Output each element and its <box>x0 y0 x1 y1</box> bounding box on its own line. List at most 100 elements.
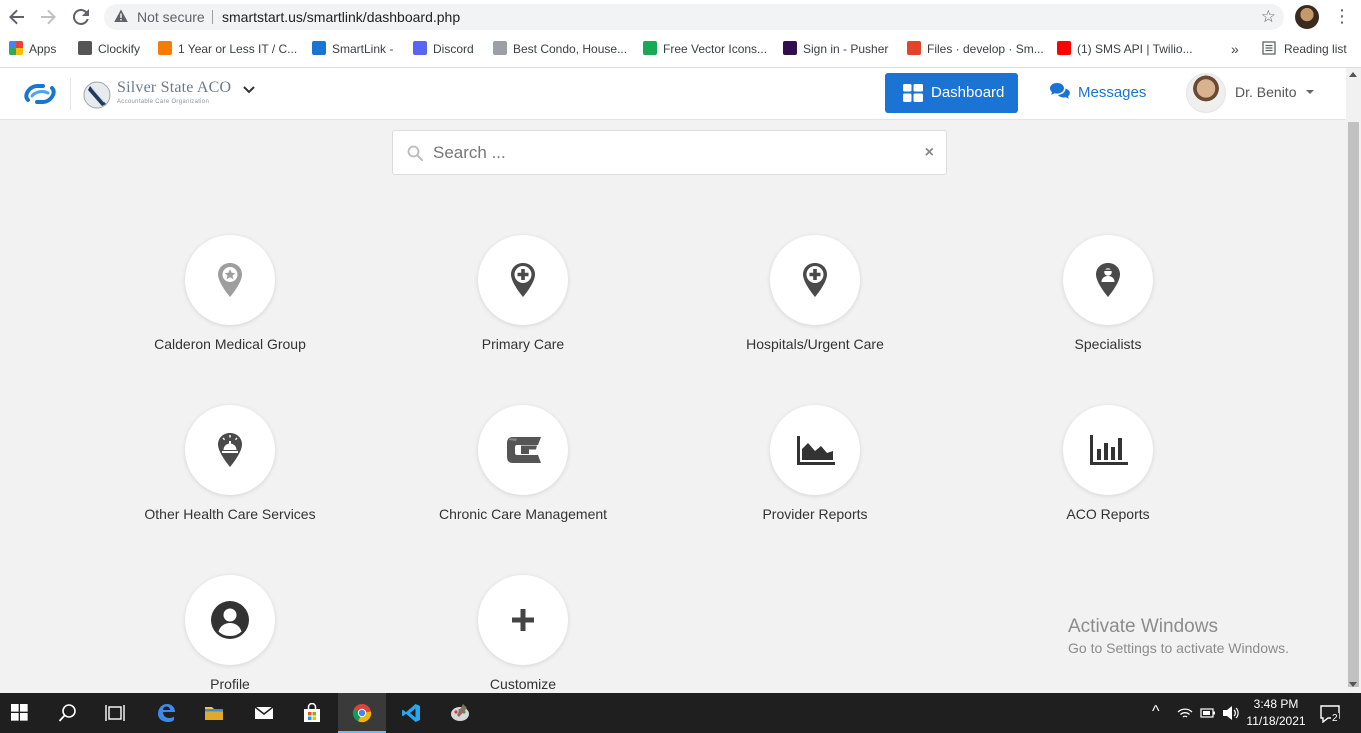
bookmark-star-icon[interactable]: ☆ <box>1261 7 1276 27</box>
taskbar-file-explorer[interactable] <box>190 693 238 733</box>
browser-profile-avatar[interactable] <box>1295 5 1319 29</box>
wifi-icon[interactable] <box>1177 706 1193 720</box>
tile-label[interactable]: Provider Reports <box>700 506 930 522</box>
org-tagline: Accountable Care Organization <box>117 99 210 105</box>
tile-specialists[interactable]: Specialists <box>993 235 1223 375</box>
tile-label[interactable]: Profile <box>115 676 345 692</box>
chevron-down-icon[interactable] <box>241 82 257 98</box>
caret-down-icon[interactable] <box>1306 90 1314 94</box>
warning-icon <box>114 9 128 22</box>
start-button[interactable] <box>0 693 48 733</box>
bookmark-item[interactable]: Clockify <box>78 41 140 57</box>
paint-palette-icon <box>451 704 469 721</box>
doctor-pin-icon <box>1096 263 1120 297</box>
bookmark-item[interactable]: SmartLink - <box>312 41 393 57</box>
tile-icon-circle[interactable] <box>770 405 860 495</box>
user-name[interactable]: Dr. Benito <box>1235 84 1296 100</box>
org-name: Silver State ACO <box>117 79 232 96</box>
tile-hospitals-urgent-care[interactable]: Hospitals/Urgent Care <box>700 235 930 375</box>
clear-search-icon[interactable]: × <box>925 144 934 162</box>
dashboard-button[interactable]: Dashboard <box>885 73 1018 113</box>
bookmark-item[interactable]: 1 Year or Less IT / C... <box>158 41 297 57</box>
bookmark-item[interactable]: Files · develop · Sm... <box>907 41 1044 57</box>
scroll-up-arrow-icon[interactable] <box>1349 72 1357 77</box>
taskbar-store[interactable] <box>288 693 336 733</box>
task-view-button[interactable] <box>91 693 139 733</box>
apps-grid-icon <box>9 41 23 55</box>
tile-aco-reports[interactable]: ACO Reports <box>993 405 1223 545</box>
tile-provider-reports[interactable]: Provider Reports <box>700 405 930 545</box>
bookmark-item[interactable]: Discord <box>413 41 474 57</box>
bookmark-item[interactable]: Apps <box>9 41 56 57</box>
tile-icon-circle[interactable] <box>770 235 860 325</box>
reading-list-button[interactable]: Reading list <box>1262 41 1347 57</box>
clock-time[interactable]: 3:48 PM <box>1246 697 1306 711</box>
page-scrollbar[interactable] <box>1346 68 1361 693</box>
taskbar-edge[interactable] <box>142 693 190 733</box>
tile-label[interactable]: Specialists <box>993 336 1223 352</box>
tile-label[interactable]: Hospitals/Urgent Care <box>700 336 930 352</box>
scroll-thumb[interactable] <box>1348 122 1359 687</box>
search-input[interactable] <box>433 141 903 165</box>
scroll-down-arrow-icon[interactable] <box>1349 682 1357 687</box>
tile-icon-circle[interactable] <box>185 405 275 495</box>
m-logo-icon <box>158 41 172 55</box>
battery-icon[interactable] <box>1200 707 1216 719</box>
bookmark-item[interactable]: Free Vector Icons... <box>643 41 767 57</box>
comments-icon <box>1050 83 1070 99</box>
tile-icon-circle[interactable] <box>1063 235 1153 325</box>
bookmark-label: Sign in - Pusher <box>803 42 889 56</box>
taskbar-chrome[interactable] <box>338 693 386 733</box>
reload-button[interactable] <box>69 6 93 28</box>
tile-icon-circle[interactable] <box>478 405 568 495</box>
reload-icon <box>72 8 89 25</box>
tile-icon-circle[interactable] <box>1063 405 1153 495</box>
activate-title: Activate Windows <box>1068 616 1218 637</box>
taskbar-paint[interactable] <box>436 693 484 733</box>
url-text[interactable]: smartstart.us/smartlink/dashboard.php <box>222 9 460 25</box>
taskbar-vscode[interactable] <box>387 693 435 733</box>
edge-icon <box>158 704 175 722</box>
tile-chronic-care-management[interactable]: Chronic Care Management <box>408 405 638 545</box>
tile-icon-circle[interactable] <box>185 575 275 665</box>
user-circle-icon <box>211 601 249 639</box>
tile-label[interactable]: ACO Reports <box>993 506 1223 522</box>
vscode-icon <box>402 704 420 722</box>
bookmark-label: SmartLink - <box>332 42 394 56</box>
smartlink-logo-icon[interactable] <box>20 76 60 112</box>
user-avatar[interactable] <box>1186 73 1226 113</box>
browser-toolbar: Not secure smartstart.us/smartlink/dashb… <box>0 0 1361 68</box>
tile-other-health-care-services[interactable]: Other Health Care Services <box>115 405 345 545</box>
security-label[interactable]: Not secure <box>137 9 205 25</box>
back-button[interactable] <box>5 6 29 28</box>
bookmark-item[interactable]: (1) SMS API | Twilio... <box>1057 41 1193 57</box>
activate-subtitle: Go to Settings to activate Windows. <box>1068 640 1289 656</box>
tile-primary-care[interactable]: Primary Care <box>408 235 638 375</box>
bookmark-label: Clockify <box>98 42 141 56</box>
tile-icon-circle[interactable] <box>185 235 275 325</box>
taskbar-mail[interactable] <box>240 693 288 733</box>
silver-state-emblem-icon <box>83 81 111 109</box>
ccm-logo-icon <box>507 437 541 463</box>
browser-menu-icon[interactable]: ⋮ <box>1333 6 1351 26</box>
bookmark-item[interactable]: Sign in - Pusher <box>783 41 888 57</box>
address-bar[interactable]: Not secure smartstart.us/smartlink/dashb… <box>104 4 1284 30</box>
tile-label[interactable]: Chronic Care Management <box>408 506 638 522</box>
tile-label[interactable]: Calderon Medical Group <box>115 336 345 352</box>
bookmark-item[interactable]: Best Condo, House... <box>493 41 627 57</box>
taskbar-search-button[interactable] <box>44 693 92 733</box>
forward-button[interactable] <box>36 6 60 28</box>
org-logo[interactable]: Silver State ACO Accountable Care Organi… <box>82 78 232 112</box>
volume-icon[interactable] <box>1222 705 1240 721</box>
tile-icon-circle[interactable] <box>478 235 568 325</box>
omnibox-divider <box>212 10 213 24</box>
tile-label[interactable]: Other Health Care Services <box>115 506 345 522</box>
tile-icon-circle[interactable] <box>478 575 568 665</box>
tray-overflow-chevron-icon[interactable]: ^ <box>1152 703 1160 721</box>
search-bar: × <box>392 130 947 175</box>
tile-label[interactable]: Primary Care <box>408 336 638 352</box>
tile-label[interactable]: Customize <box>408 676 638 692</box>
bookmarks-overflow-button[interactable]: » <box>1231 41 1239 57</box>
tile-calderon-medical-group[interactable]: Calderon Medical Group <box>115 235 345 375</box>
clock-date[interactable]: 11/18/2021 <box>1246 714 1306 728</box>
